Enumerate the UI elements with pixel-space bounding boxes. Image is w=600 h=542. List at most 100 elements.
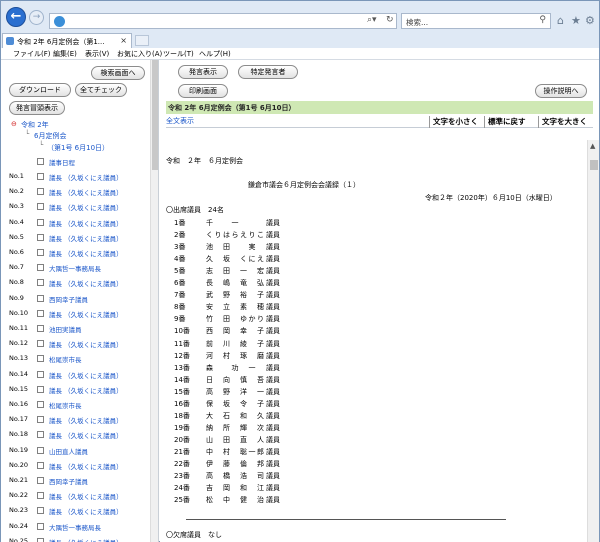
close-tab-icon[interactable]: × (120, 36, 127, 45)
speaker-link[interactable]: 議長 （久坂くにえ議員） (49, 202, 123, 212)
row-checkbox[interactable] (37, 371, 44, 378)
speaker-link[interactable]: 議長 （久坂くにえ議員） (49, 233, 123, 243)
back-button[interactable]: ← (6, 7, 26, 27)
row-checkbox[interactable] (37, 355, 44, 362)
row-checkbox[interactable] (37, 325, 44, 332)
row-checkbox[interactable] (37, 295, 44, 302)
document-scrollbar-thumb[interactable] (590, 160, 598, 170)
menu-help[interactable]: ヘルプ(H) (199, 49, 231, 59)
font-reset-button[interactable]: 標準に戻す (484, 116, 526, 128)
row-checkbox[interactable] (37, 310, 44, 317)
speaker-link[interactable]: 議長 （久坂くにえ議員） (49, 187, 123, 197)
download-button[interactable]: ダウンロード (9, 83, 71, 97)
row-checkbox[interactable] (37, 234, 44, 241)
search-icon[interactable]: ⚲ (539, 15, 546, 25)
row-checkbox[interactable] (37, 538, 44, 542)
row-checkbox[interactable] (37, 249, 44, 256)
scroll-up-icon[interactable]: ▲ (590, 142, 595, 150)
tree-day[interactable]: （第1号 6月10日） (47, 143, 109, 153)
left-scrollbar-thumb[interactable] (152, 60, 158, 170)
row-checkbox[interactable] (37, 492, 44, 499)
row-checkbox[interactable] (37, 173, 44, 180)
speaker-link[interactable]: 山田直人議員 (49, 446, 88, 456)
member-name: くりはらえりこ (206, 231, 266, 239)
row-checkbox[interactable] (37, 340, 44, 347)
menu-favorites[interactable]: お気に入り(A) (117, 49, 162, 59)
row-checkbox[interactable] (37, 188, 44, 195)
show-speech-button[interactable]: 発言表示 (178, 65, 228, 79)
full-text-link[interactable]: 全文表示 (166, 116, 194, 126)
menu-tools[interactable]: ツール(T) (163, 49, 194, 59)
speaker-link[interactable]: 議長 （久坂くにえ議員） (49, 339, 123, 349)
print-screen-button[interactable]: 印刷画面 (178, 84, 228, 98)
speaker-link[interactable]: 議長 （久坂くにえ議員） (49, 461, 123, 471)
menu-edit[interactable]: 編集(E) (53, 49, 77, 59)
speaker-link[interactable]: 議長 （久坂くにえ議員） (49, 506, 123, 516)
help-button[interactable]: 操作説明へ (535, 84, 587, 98)
speaker-link[interactable]: 議長 （久坂くにえ議員） (49, 430, 123, 440)
speaker-link[interactable]: 議長 （久坂くにえ議員） (49, 385, 123, 395)
active-tab[interactable]: 令和 2年 6月定例会（第1... × (2, 33, 132, 48)
agenda-checkbox[interactable] (37, 158, 44, 165)
speaker-link[interactable]: 西岡幸子議員 (49, 294, 88, 304)
speaker-link[interactable]: 議長 （久坂くにえ議員） (49, 248, 123, 258)
collapse-icon[interactable]: ⊖ (11, 120, 17, 128)
speaker-link[interactable]: 議長 （久坂くにえ議員） (49, 537, 123, 542)
search-box[interactable]: 検索... ⚲ (401, 13, 551, 29)
row-checkbox[interactable] (37, 431, 44, 438)
menu-file[interactable]: ファイル(F) (13, 49, 51, 59)
row-checkbox[interactable] (37, 386, 44, 393)
row-checkbox[interactable] (37, 219, 44, 226)
speaker-link[interactable]: 池田実議員 (49, 324, 82, 334)
speaker-link[interactable]: 議長 （久坂くにえ議員） (49, 172, 123, 182)
speakers-display-button[interactable]: 発言冒頭表示 (9, 101, 65, 115)
home-icon[interactable]: ⌂ (557, 14, 564, 27)
row-checkbox[interactable] (37, 401, 44, 408)
speaker-link[interactable]: 大隅哲一事務局長 (49, 263, 101, 273)
search-screen-button[interactable]: 検索画面へ (91, 66, 145, 80)
row-checkbox[interactable] (37, 523, 44, 530)
left-scrollbar[interactable] (150, 60, 158, 542)
menu-view[interactable]: 表示(V) (85, 49, 109, 59)
tree-session[interactable]: 6月定例会 (34, 131, 66, 141)
font-smaller-button[interactable]: 文字を小さく (429, 116, 478, 128)
specific-speaker-button[interactable]: 特定発言者 (238, 65, 298, 79)
speaker-link[interactable]: 大隅哲一事務局長 (49, 522, 101, 532)
row-checkbox[interactable] (37, 203, 44, 210)
row-checkbox[interactable] (37, 462, 44, 469)
row-number: No.3 (9, 202, 24, 210)
check-all-button[interactable]: 全てチェック (75, 83, 127, 97)
row-checkbox[interactable] (37, 507, 44, 514)
tree-year[interactable]: 令和 2年 (21, 120, 49, 130)
speaker-link[interactable]: 松尾崇市長 (49, 354, 82, 364)
member-title: 議員 (266, 484, 280, 492)
row-checkbox[interactable] (37, 477, 44, 484)
member-number: 2番 (174, 231, 186, 239)
search-dropdown-icon[interactable]: ⌕▾ (367, 15, 377, 25)
speaker-link[interactable]: 議長 （久坂くにえ議員） (49, 415, 123, 425)
favorites-star-icon[interactable]: ★ (571, 14, 581, 27)
font-larger-button[interactable]: 文字を大きく (538, 116, 587, 128)
row-checkbox[interactable] (37, 447, 44, 454)
forward-button[interactable]: → (29, 10, 44, 25)
tree-agenda[interactable]: 議事日程 (49, 157, 75, 167)
speaker-link[interactable]: 西岡幸子議員 (49, 476, 88, 486)
member-title: 議員 (266, 303, 280, 311)
row-checkbox[interactable] (37, 279, 44, 286)
member-number: 8番 (174, 303, 186, 311)
speaker-link[interactable]: 議長 （久坂くにえ議員） (49, 278, 123, 288)
row-checkbox[interactable] (37, 416, 44, 423)
refresh-icon[interactable]: ↻ (386, 15, 394, 25)
settings-gear-icon[interactable]: ⚙ (585, 14, 595, 27)
new-tab-button[interactable] (135, 35, 149, 46)
speaker-link[interactable]: 議長 （久坂くにえ議員） (49, 491, 123, 501)
address-bar[interactable]: ⌕▾ ↻ (49, 13, 397, 29)
document-scrollbar[interactable]: ▲ (587, 140, 599, 542)
member-number: 13番 (174, 364, 190, 372)
speaker-link[interactable]: 松尾崇市長 (49, 400, 82, 410)
row-checkbox[interactable] (37, 264, 44, 271)
speaker-link[interactable]: 議長 （久坂くにえ議員） (49, 218, 123, 228)
member-number: 12番 (174, 352, 190, 360)
speaker-link[interactable]: 議長 （久坂くにえ議員） (49, 370, 123, 380)
speaker-link[interactable]: 議長 （久坂くにえ議員） (49, 309, 123, 319)
